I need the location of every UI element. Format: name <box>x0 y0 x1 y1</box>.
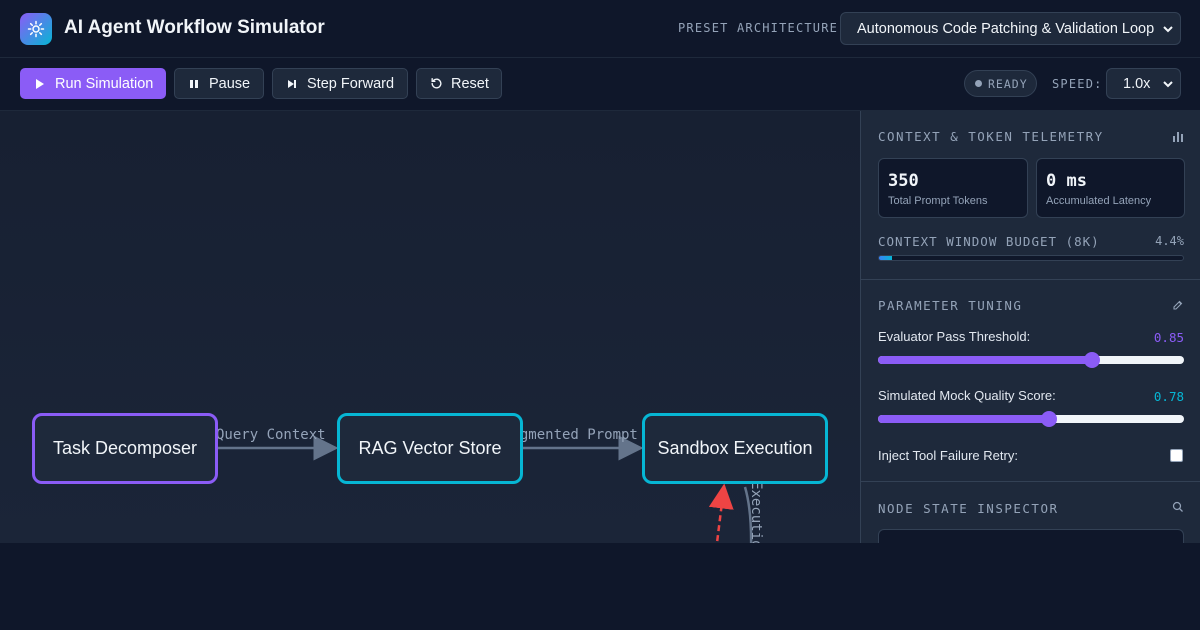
threshold-label: Evaluator Pass Threshold: <box>878 329 1031 344</box>
latency-label: Accumulated Latency <box>1046 195 1152 207</box>
preset-select[interactable]: Autonomous Code Patching & Validation Lo… <box>840 12 1181 45</box>
toolbar: Run Simulation Pause Step Forward Reset … <box>0 58 1200 111</box>
workflow-canvas[interactable]: Query Context Augmented Prompt Reflect E… <box>0 111 860 543</box>
edge-label-execution: Execution <box>748 481 764 543</box>
quality-value: 0.78 <box>1153 389 1184 404</box>
run-simulation-label: Run Simulation <box>55 75 154 92</box>
quality-slider-thumb[interactable] <box>1041 411 1058 427</box>
node-rag-vector-store[interactable]: RAG Vector Store <box>337 413 523 484</box>
reset-label: Reset <box>451 75 489 92</box>
total-tokens-card: 350 Total Prompt Tokens <box>878 158 1028 218</box>
pencil-icon <box>1173 300 1183 310</box>
edge-label-query-context: Query Context <box>216 427 326 443</box>
edge-label-augmented-prompt: Augmented Prompt <box>503 427 638 443</box>
telemetry-title: CONTEXT & TOKEN TELEMETRY <box>878 129 1104 144</box>
node-task-decomposer[interactable]: Task Decomposer <box>32 413 218 484</box>
parameter-title: PARAMETER TUNING <box>878 298 1023 313</box>
status-dot <box>975 80 982 87</box>
node-sandbox-execution[interactable]: Sandbox Execution <box>642 413 828 484</box>
threshold-value: 0.85 <box>1153 330 1184 345</box>
quality-slider[interactable] <box>878 411 1184 427</box>
step-forward-label: Step Forward <box>307 75 395 92</box>
preset-select-value: Autonomous Code Patching & Validation Lo… <box>857 20 1155 37</box>
bar-chart-icon <box>1173 132 1183 142</box>
budget-percent: 4.4% <box>1155 234 1184 248</box>
node-label: Sandbox Execution <box>657 438 813 458</box>
threshold-slider-fill <box>878 356 1093 364</box>
speed-select-value: 1.0x <box>1123 75 1151 92</box>
failure-retry-label: Inject Tool Failure Retry: <box>878 448 1018 463</box>
failure-retry-checkbox[interactable] <box>1170 449 1183 462</box>
budget-progress-bar <box>878 255 1184 261</box>
app-header: AI Agent Workflow Simulator PRESET ARCHI… <box>0 0 1200 58</box>
threshold-slider[interactable] <box>878 352 1184 368</box>
sun-icon <box>27 20 45 38</box>
telemetry-section: CONTEXT & TOKEN TELEMETRY 350 Total Prom… <box>861 111 1200 280</box>
speed-select[interactable]: 1.0x <box>1106 68 1181 99</box>
budget-progress-fill <box>879 256 893 260</box>
total-tokens-label: Total Prompt Tokens <box>888 195 988 207</box>
chevron-down-icon <box>1163 81 1173 88</box>
app-title: AI Agent Workflow Simulator <box>64 17 325 38</box>
play-icon <box>33 77 47 91</box>
preset-label: PRESET ARCHITECTURE: <box>678 21 847 35</box>
status-badge: READY <box>964 70 1037 97</box>
step-forward-icon <box>285 77 299 91</box>
reset-icon <box>429 77 443 91</box>
pause-button[interactable]: Pause <box>174 68 264 99</box>
quality-slider-fill <box>878 415 1050 423</box>
side-panel: CONTEXT & TOKEN TELEMETRY 350 Total Prom… <box>860 111 1200 543</box>
latency-card: 0 ms Accumulated Latency <box>1036 158 1185 218</box>
run-simulation-button[interactable]: Run Simulation <box>20 68 166 99</box>
reset-button[interactable]: Reset <box>416 68 502 99</box>
parameter-section: PARAMETER TUNING Evaluator Pass Threshol… <box>861 280 1200 482</box>
chevron-down-icon <box>1163 26 1173 33</box>
pause-label: Pause <box>209 75 251 92</box>
speed-label: SPEED: <box>1052 77 1103 91</box>
inspector-title: NODE STATE INSPECTOR <box>878 501 1059 516</box>
node-label: RAG Vector Store <box>358 438 502 458</box>
quality-label: Simulated Mock Quality Score: <box>878 388 1056 403</box>
pause-icon <box>187 77 201 91</box>
step-forward-button[interactable]: Step Forward <box>272 68 408 99</box>
node-label: Task Decomposer <box>52 438 198 458</box>
status-text: READY <box>988 76 1028 91</box>
budget-label: CONTEXT WINDOW BUDGET (8K) <box>878 234 1100 249</box>
app-logo <box>20 13 52 45</box>
inspector-panel <box>878 529 1184 543</box>
threshold-slider-thumb[interactable] <box>1084 352 1101 368</box>
search-icon <box>1172 501 1183 512</box>
latency-value: 0 ms <box>1046 171 1087 191</box>
total-tokens-value: 350 <box>888 171 919 191</box>
